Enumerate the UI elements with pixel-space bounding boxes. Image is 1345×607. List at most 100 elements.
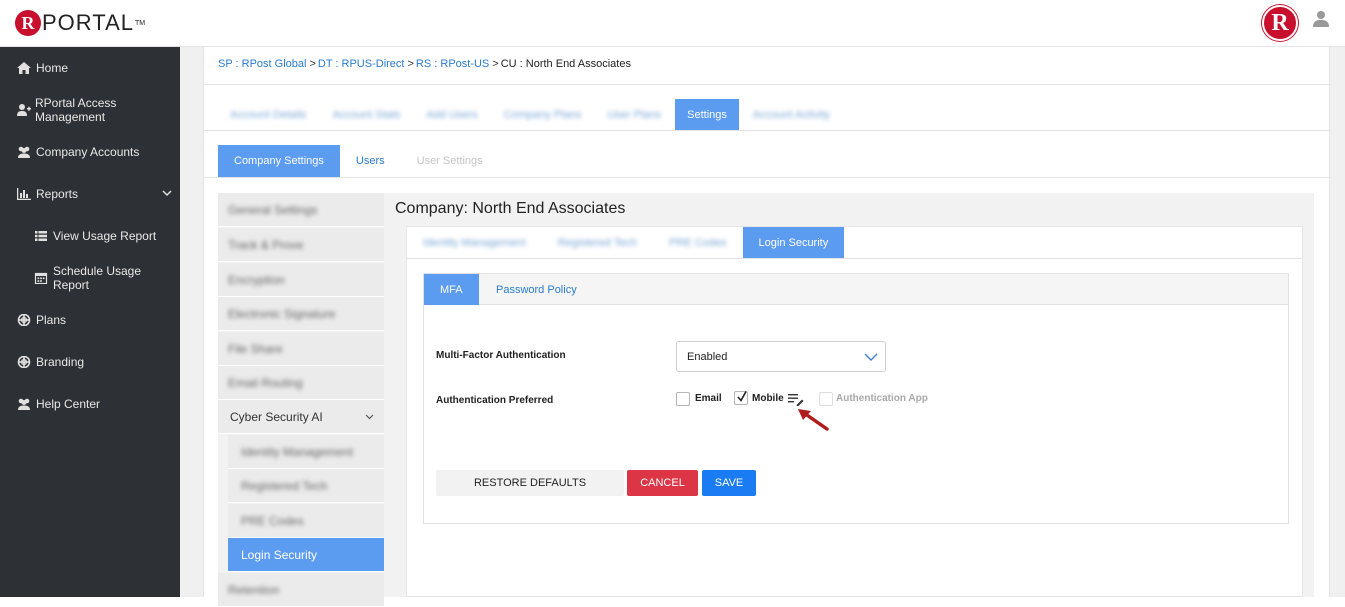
mobile-checkbox[interactable] <box>734 391 748 405</box>
settings-nav-email-routing[interactable]: Email Routing <box>218 366 384 400</box>
breadcrumb-rs[interactable]: RS : RPost-US <box>416 58 489 70</box>
settings-nav-esignature[interactable]: Electronic Signature <box>218 297 384 331</box>
tab-user-settings: User Settings <box>416 155 483 167</box>
chevron-down-icon[interactable] <box>162 188 172 198</box>
authentication-app-checkbox <box>819 392 833 406</box>
edit-list-icon[interactable] <box>788 392 804 406</box>
divider <box>407 258 1302 259</box>
breadcrumb-separator: > <box>407 58 414 70</box>
mfa-select[interactable]: Enabled <box>676 341 886 372</box>
sidebar-item-plans[interactable]: Plans <box>0 299 180 341</box>
breadcrumb-sp[interactable]: SP : RPost Global <box>218 58 306 70</box>
sidebar-item-label: Plans <box>36 313 67 327</box>
tab-account-activity[interactable]: Account Activity <box>741 99 842 131</box>
divider <box>204 130 1331 131</box>
user-plus-icon <box>16 103 31 117</box>
sidebar-item-label: Company Accounts <box>36 145 140 159</box>
brand-avatar[interactable]: R <box>1262 5 1298 41</box>
tab-add-users[interactable]: Add Users <box>414 99 489 131</box>
mfa-panel: MFA Password Policy Multi-Factor Authent… <box>423 273 1289 524</box>
settings-nav-label: Cyber Security AI <box>230 409 323 424</box>
logo-r-badge: R <box>15 10 41 36</box>
email-checkbox-label: Email <box>695 393 722 404</box>
rportal-logo[interactable]: R PORTAL TM <box>15 8 145 38</box>
sidebar-item-view-usage-report[interactable]: View Usage Report <box>0 215 180 257</box>
settings-nav-retention[interactable]: Retention <box>218 573 384 607</box>
sidebar-item-label: Home <box>36 61 69 75</box>
auth-preferred-label: Authentication Preferred <box>436 395 554 406</box>
settings-nav-login-security[interactable]: Login Security <box>228 538 384 572</box>
mfa-tabs: MFA Password Policy <box>424 274 1288 305</box>
sidebar-item-label: RPortal Access Management <box>35 96 117 124</box>
tab-settings[interactable]: Settings <box>675 99 739 131</box>
home-icon <box>16 61 32 75</box>
tab-user-plans[interactable]: User Plans <box>595 99 673 131</box>
settings-nav-encryption[interactable]: Encryption <box>218 263 384 297</box>
sidebar-item-branding[interactable]: Branding <box>0 341 180 383</box>
company-tabs: Company Settings Users User Settings <box>218 145 499 177</box>
breadcrumb-separator: > <box>309 58 316 70</box>
security-content: Identity Management Registered Tech PRE … <box>406 226 1303 597</box>
settings-nav-identity-management[interactable]: Identity Management <box>228 435 384 469</box>
sidebar-item-label: Reports <box>36 187 79 201</box>
tab-login-security[interactable]: Login Security <box>742 227 845 259</box>
sidebar-item-schedule-usage-report[interactable]: Schedule Usage Report <box>0 257 180 299</box>
settings-nav-cyber-security-ai[interactable]: Cyber Security AI <box>218 400 384 434</box>
account-tabs: Account Details Account Stats Add Users … <box>218 99 844 131</box>
list-icon <box>33 229 49 243</box>
mfa-select-value: Enabled <box>687 350 728 363</box>
tab-account-stats[interactable]: Account Stats <box>320 99 412 131</box>
breadcrumb-separator: > <box>492 58 499 70</box>
sidebar-item-reports[interactable]: Reports <box>0 173 180 215</box>
authentication-app-label: Authentication App <box>836 393 928 404</box>
tab-registered-tech[interactable]: Registered Tech <box>542 227 653 259</box>
settings-nav-pre-codes[interactable]: PRE Codes <box>228 504 384 538</box>
sidebar-item-access-management[interactable]: RPortal Access Management <box>0 89 180 131</box>
sidebar-item-help-center[interactable]: Help Center <box>0 383 180 425</box>
breadcrumb-dt[interactable]: DT : RPUS-Direct <box>318 58 405 70</box>
settings-area: General Settings Track & Prove Encryptio… <box>218 193 1314 607</box>
users-icon <box>16 145 32 159</box>
tab-identity-management[interactable]: Identity Management <box>407 227 542 259</box>
bar-chart-icon <box>16 187 32 201</box>
chevron-down-icon <box>864 353 878 361</box>
breadcrumb: SP : RPost Global > DT : RPUS-Direct > RS : … <box>218 58 631 70</box>
sidebar-item-company-accounts[interactable]: Company Accounts <box>0 131 180 173</box>
settings-nav-registered-tech[interactable]: Registered Tech <box>228 469 384 503</box>
tab-users[interactable]: Users <box>340 145 401 177</box>
tab-mfa[interactable]: MFA <box>424 274 479 305</box>
arrow-pointer-icon <box>798 409 829 431</box>
user-icon[interactable] <box>1312 10 1330 28</box>
main-area: SP : RPost Global > DT : RPUS-Direct > RS : … <box>180 47 1345 607</box>
tab-password-policy[interactable]: Password Policy <box>480 274 593 305</box>
restore-defaults-button[interactable]: RESTORE DEFAULTS <box>436 470 624 496</box>
mobile-checkbox-label: Mobile <box>752 393 784 404</box>
lifebuoy-icon <box>16 355 32 369</box>
sidebar-item-label: Schedule Usage Report <box>52 264 142 292</box>
logo-trademark: TM <box>135 19 146 27</box>
sidebar: Home RPortal Access Management Company A… <box>0 47 180 597</box>
tab-pre-codes[interactable]: PRE Codes <box>653 227 742 259</box>
security-tabs: Identity Management Registered Tech PRE … <box>407 227 845 259</box>
sidebar-item-label: Branding <box>36 355 85 369</box>
chevron-down-icon <box>365 414 374 420</box>
lifebuoy-icon <box>16 313 32 327</box>
tab-account-details[interactable]: Account Details <box>218 99 318 131</box>
tab-company-settings[interactable]: Company Settings <box>218 145 340 177</box>
settings-nav-general[interactable]: General Settings <box>218 193 384 227</box>
tab-company-plans[interactable]: Company Plans <box>492 99 594 131</box>
content-panel: SP : RPost Global > DT : RPUS-Direct > RS : … <box>203 47 1331 607</box>
breadcrumb-cu: CU : North End Associates <box>500 58 631 70</box>
sidebar-item-home[interactable]: Home <box>0 47 180 89</box>
cancel-button[interactable]: CANCEL <box>627 470 698 496</box>
divider <box>204 177 1331 178</box>
email-checkbox[interactable] <box>676 392 690 406</box>
mfa-label: Multi-Factor Authentication <box>436 350 566 361</box>
users-icon <box>16 397 32 411</box>
sidebar-item-label: Help Center <box>36 397 101 411</box>
logo-text: PORTAL <box>42 10 134 35</box>
save-button[interactable]: SAVE <box>702 470 756 496</box>
settings-nav-track-prove[interactable]: Track & Prove <box>218 228 384 262</box>
settings-nav-file-share[interactable]: File Share <box>218 332 384 366</box>
sidebar-item-label: View Usage Report <box>53 229 157 243</box>
